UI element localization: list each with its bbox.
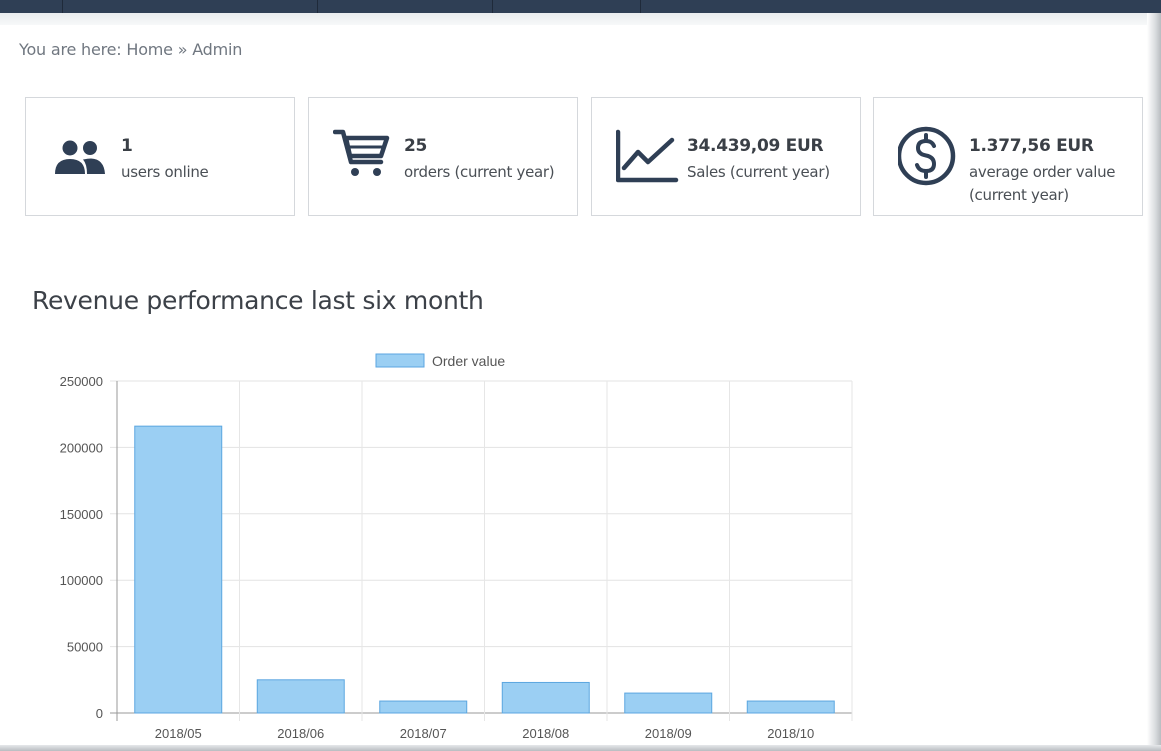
line-chart-icon [615, 126, 680, 186]
x-tick-label: 2018/07 [400, 726, 447, 741]
y-tick-label: 150000 [60, 507, 103, 522]
bar-order-value [379, 700, 468, 714]
y-tick-label: 0 [96, 706, 103, 721]
window-edge [0, 745, 1161, 751]
stat-label: average order value (current year) [969, 163, 1116, 204]
stat-card-sales: 34.439,09 EUR Sales (current year) [591, 97, 861, 216]
y-tick-label: 250000 [60, 374, 103, 389]
dollar-circle-icon [896, 126, 962, 186]
y-tick-label: 100000 [60, 573, 103, 588]
x-tick-label: 2018/09 [645, 726, 692, 741]
x-tick-label: 2018/10 [767, 726, 814, 741]
x-tick-label: 2018/06 [277, 726, 324, 741]
page: You are here: Home » Admin 1 users onlin… [0, 0, 1161, 751]
stat-label: users online [121, 163, 209, 181]
nav-separator [62, 0, 63, 13]
window-edge [1147, 13, 1161, 751]
nav-separator [640, 0, 641, 13]
users-icon [50, 126, 114, 186]
breadcrumb-home-link[interactable]: Home [126, 40, 173, 59]
stat-card-orders: 25 orders (current year) [308, 97, 578, 216]
stat-label: Sales (current year) [687, 163, 830, 181]
bar-order-value [746, 700, 835, 714]
top-navigation-bar [0, 0, 1161, 13]
stat-value: 25 [404, 136, 428, 156]
bar-order-value [134, 425, 223, 714]
bar-order-value [256, 679, 345, 714]
x-tick-label: 2018/08 [522, 726, 569, 741]
stat-value: 1 [121, 136, 133, 156]
bar-order-value [501, 681, 590, 714]
section-title: Revenue performance last six month [32, 286, 484, 315]
breadcrumb-current[interactable]: Admin [192, 40, 242, 59]
nav-separator [492, 0, 493, 13]
stat-value: 1.377,56 EUR [969, 136, 1094, 156]
stat-card-users: 1 users online [25, 97, 295, 216]
topbar-shadow [0, 13, 1161, 25]
bar-order-value [624, 692, 713, 714]
cart-icon [332, 126, 397, 186]
stat-value: 34.439,09 EUR [687, 136, 824, 156]
breadcrumb: You are here: Home » Admin [19, 40, 242, 59]
nav-separator [317, 0, 318, 13]
stat-label: orders (current year) [404, 163, 555, 181]
stat-card-average-order: 1.377,56 EUR average order value (curren… [873, 97, 1143, 216]
breadcrumb-prefix: You are here: [19, 40, 122, 59]
y-tick-label: 200000 [60, 440, 103, 455]
y-tick-label: 50000 [67, 640, 103, 655]
x-tick-label: 2018/05 [155, 726, 202, 741]
legend-label: Order value [432, 353, 505, 369]
legend-swatch [375, 353, 425, 368]
breadcrumb-separator: » [177, 40, 188, 59]
revenue-bar-chart: 0 50000 100000 150000 200000 250000 2018/05 201… [60, 353, 853, 741]
